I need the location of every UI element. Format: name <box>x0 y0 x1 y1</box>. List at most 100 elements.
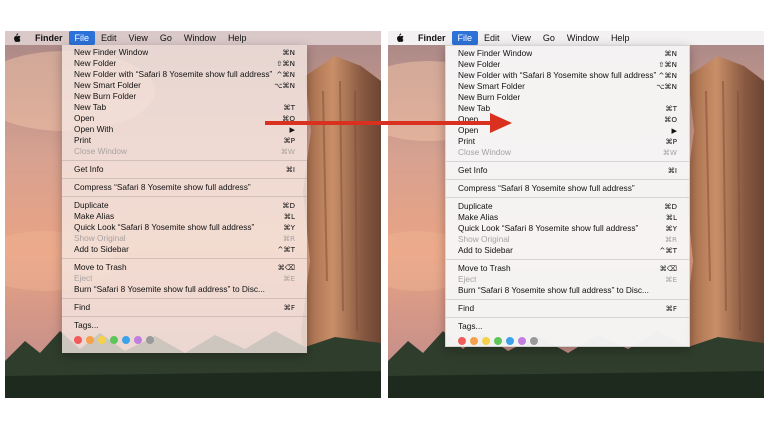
menu-item-compress-safari-8-yosemite-show-full-address[interactable]: Compress “Safari 8 Yosemite show full ad… <box>62 182 307 193</box>
menu-item-shortcut: ⌘E <box>283 274 295 283</box>
tag-color-dot[interactable] <box>110 336 118 344</box>
tag-color-row <box>446 332 689 345</box>
menu-item-new-tab[interactable]: New Tab ⌘T <box>62 102 307 113</box>
menu-item-shortcut: ⌘T <box>283 103 295 112</box>
menu-item-label: New Burn Folder <box>74 91 137 101</box>
menu-file[interactable]: File <box>68 31 96 45</box>
menu-item-show-original: Show Original ⌘R <box>446 234 689 245</box>
menu-item-compress-safari-8-yosemite-show-full-address[interactable]: Compress “Safari 8 Yosemite show full ad… <box>446 183 689 194</box>
menu-item-shortcut: ⌘D <box>282 201 295 210</box>
menu-item-shortcut: ⌘W <box>280 147 295 156</box>
menu-item-label: Add to Sidebar <box>458 245 513 255</box>
menu-item-quick-look-safari-8-yosemite-show-full-address[interactable]: Quick Look “Safari 8 Yosemite show full … <box>446 223 689 234</box>
menu-item-label: Open <box>458 125 479 135</box>
menu-item-shortcut: ⌥⌘N <box>274 81 295 90</box>
menu-item-find[interactable]: Find ⌘F <box>446 303 689 314</box>
apple-logo-icon[interactable] <box>5 31 29 45</box>
menu-bar-after: Finder File Edit View Go Window Help <box>388 31 764 45</box>
menu-separator <box>62 316 307 317</box>
menu-item-new-folder[interactable]: New Folder ⇧⌘N <box>62 58 307 69</box>
menu-item-label: Find <box>458 303 475 313</box>
menu-separator <box>62 160 307 161</box>
menu-item-open[interactable]: Open ⌘O <box>62 113 307 124</box>
menu-view[interactable]: View <box>123 31 154 45</box>
menu-item-new-smart-folder[interactable]: New Smart Folder ⌥⌘N <box>62 80 307 91</box>
menu-item-get-info[interactable]: Get Info ⌘I <box>62 164 307 175</box>
menu-item-label: New Folder <box>458 59 501 69</box>
menu-item-label: New Smart Folder <box>458 81 525 91</box>
menu-separator <box>446 317 689 318</box>
menu-item-quick-look-safari-8-yosemite-show-full-address[interactable]: Quick Look “Safari 8 Yosemite show full … <box>62 222 307 233</box>
menu-edit[interactable]: Edit <box>95 31 123 45</box>
tag-color-dot[interactable] <box>74 336 82 344</box>
menu-edit[interactable]: Edit <box>478 31 506 45</box>
menu-help[interactable]: Help <box>605 31 636 45</box>
menu-file[interactable]: File <box>451 31 479 45</box>
menu-separator <box>446 299 689 300</box>
menu-help[interactable]: Help <box>222 31 253 45</box>
menu-separator <box>62 298 307 299</box>
menu-item-add-to-sidebar[interactable]: Add to Sidebar ^⌘T <box>62 244 307 255</box>
menu-item-open-with[interactable]: Open With ▶ <box>62 124 307 135</box>
menu-item-tags[interactable]: Tags... <box>446 321 689 332</box>
menu-item-open[interactable]: Open ⌘O <box>446 114 689 125</box>
menu-item-new-folder-with-safari-8-yosemite-show-full-address[interactable]: New Folder with “Safari 8 Yosemite show … <box>446 70 689 81</box>
menu-item-label: Compress “Safari 8 Yosemite show full ad… <box>458 183 635 193</box>
menu-item-label: Close Window <box>74 146 128 156</box>
menu-item-close-window: Close Window ⌘W <box>446 147 689 158</box>
menu-view[interactable]: View <box>506 31 537 45</box>
menu-item-burn-safari-8-yosemite-show-full-address-to-disc[interactable]: Burn “Safari 8 Yosemite show full addres… <box>446 285 689 296</box>
menu-item-new-folder[interactable]: New Folder ⇧⌘N <box>446 59 689 70</box>
menu-item-new-folder-with-safari-8-yosemite-show-full-address[interactable]: New Folder with “Safari 8 Yosemite show … <box>62 69 307 80</box>
tag-color-dot[interactable] <box>506 337 514 345</box>
menu-item-duplicate[interactable]: Duplicate ⌘D <box>62 200 307 211</box>
menu-item-duplicate[interactable]: Duplicate ⌘D <box>446 201 689 212</box>
tag-color-dot[interactable] <box>530 337 538 345</box>
menu-item-label: Burn “Safari 8 Yosemite show full addres… <box>458 285 649 295</box>
menu-item-make-alias[interactable]: Make Alias ⌘L <box>446 212 689 223</box>
menu-item-shortcut: ^⌘N <box>658 71 677 80</box>
tag-color-dot[interactable] <box>86 336 94 344</box>
screenshot-after: Finder File Edit View Go Window Help New… <box>388 31 764 398</box>
menu-item-open[interactable]: Open ▶ <box>446 125 689 136</box>
menu-item-print[interactable]: Print ⌘P <box>446 136 689 147</box>
menu-window[interactable]: Window <box>561 31 605 45</box>
tag-color-dot[interactable] <box>146 336 154 344</box>
menu-item-new-finder-window[interactable]: New Finder Window ⌘N <box>446 48 689 59</box>
menu-item-get-info[interactable]: Get Info ⌘I <box>446 165 689 176</box>
menu-item-new-burn-folder[interactable]: New Burn Folder <box>446 92 689 103</box>
menu-item-move-to-trash[interactable]: Move to Trash ⌘⌫ <box>62 262 307 273</box>
menu-item-label: New Tab <box>458 103 491 113</box>
menu-item-new-finder-window[interactable]: New Finder Window ⌘N <box>62 47 307 58</box>
menu-item-move-to-trash[interactable]: Move to Trash ⌘⌫ <box>446 263 689 274</box>
tag-color-dot[interactable] <box>482 337 490 345</box>
menu-item-make-alias[interactable]: Make Alias ⌘L <box>62 211 307 222</box>
menu-separator <box>446 179 689 180</box>
menu-item-label: Duplicate <box>458 201 493 211</box>
menu-item-add-to-sidebar[interactable]: Add to Sidebar ^⌘T <box>446 245 689 256</box>
menu-item-new-tab[interactable]: New Tab ⌘T <box>446 103 689 114</box>
tag-color-dot[interactable] <box>494 337 502 345</box>
menu-item-label: Show Original <box>458 234 510 244</box>
menu-item-shortcut: ⌘⌫ <box>277 263 295 272</box>
menu-item-tags[interactable]: Tags... <box>62 320 307 331</box>
tag-color-dot[interactable] <box>98 336 106 344</box>
menu-go[interactable]: Go <box>154 31 178 45</box>
menu-app-name[interactable]: Finder <box>29 31 69 45</box>
tag-color-dot[interactable] <box>518 337 526 345</box>
tag-color-dot[interactable] <box>470 337 478 345</box>
menu-window[interactable]: Window <box>178 31 222 45</box>
apple-logo-icon[interactable] <box>388 31 412 45</box>
menu-go[interactable]: Go <box>537 31 561 45</box>
tag-color-dot[interactable] <box>458 337 466 345</box>
menu-item-new-burn-folder[interactable]: New Burn Folder <box>62 91 307 102</box>
tag-color-dot[interactable] <box>134 336 142 344</box>
tag-color-dot[interactable] <box>122 336 130 344</box>
menu-item-find[interactable]: Find ⌘F <box>62 302 307 313</box>
menu-app-name[interactable]: Finder <box>412 31 452 45</box>
menu-item-burn-safari-8-yosemite-show-full-address-to-disc[interactable]: Burn “Safari 8 Yosemite show full addres… <box>62 284 307 295</box>
menu-item-new-smart-folder[interactable]: New Smart Folder ⌥⌘N <box>446 81 689 92</box>
menu-item-shortcut: ⌘I <box>667 166 677 175</box>
menu-separator <box>446 161 689 162</box>
menu-item-print[interactable]: Print ⌘P <box>62 135 307 146</box>
